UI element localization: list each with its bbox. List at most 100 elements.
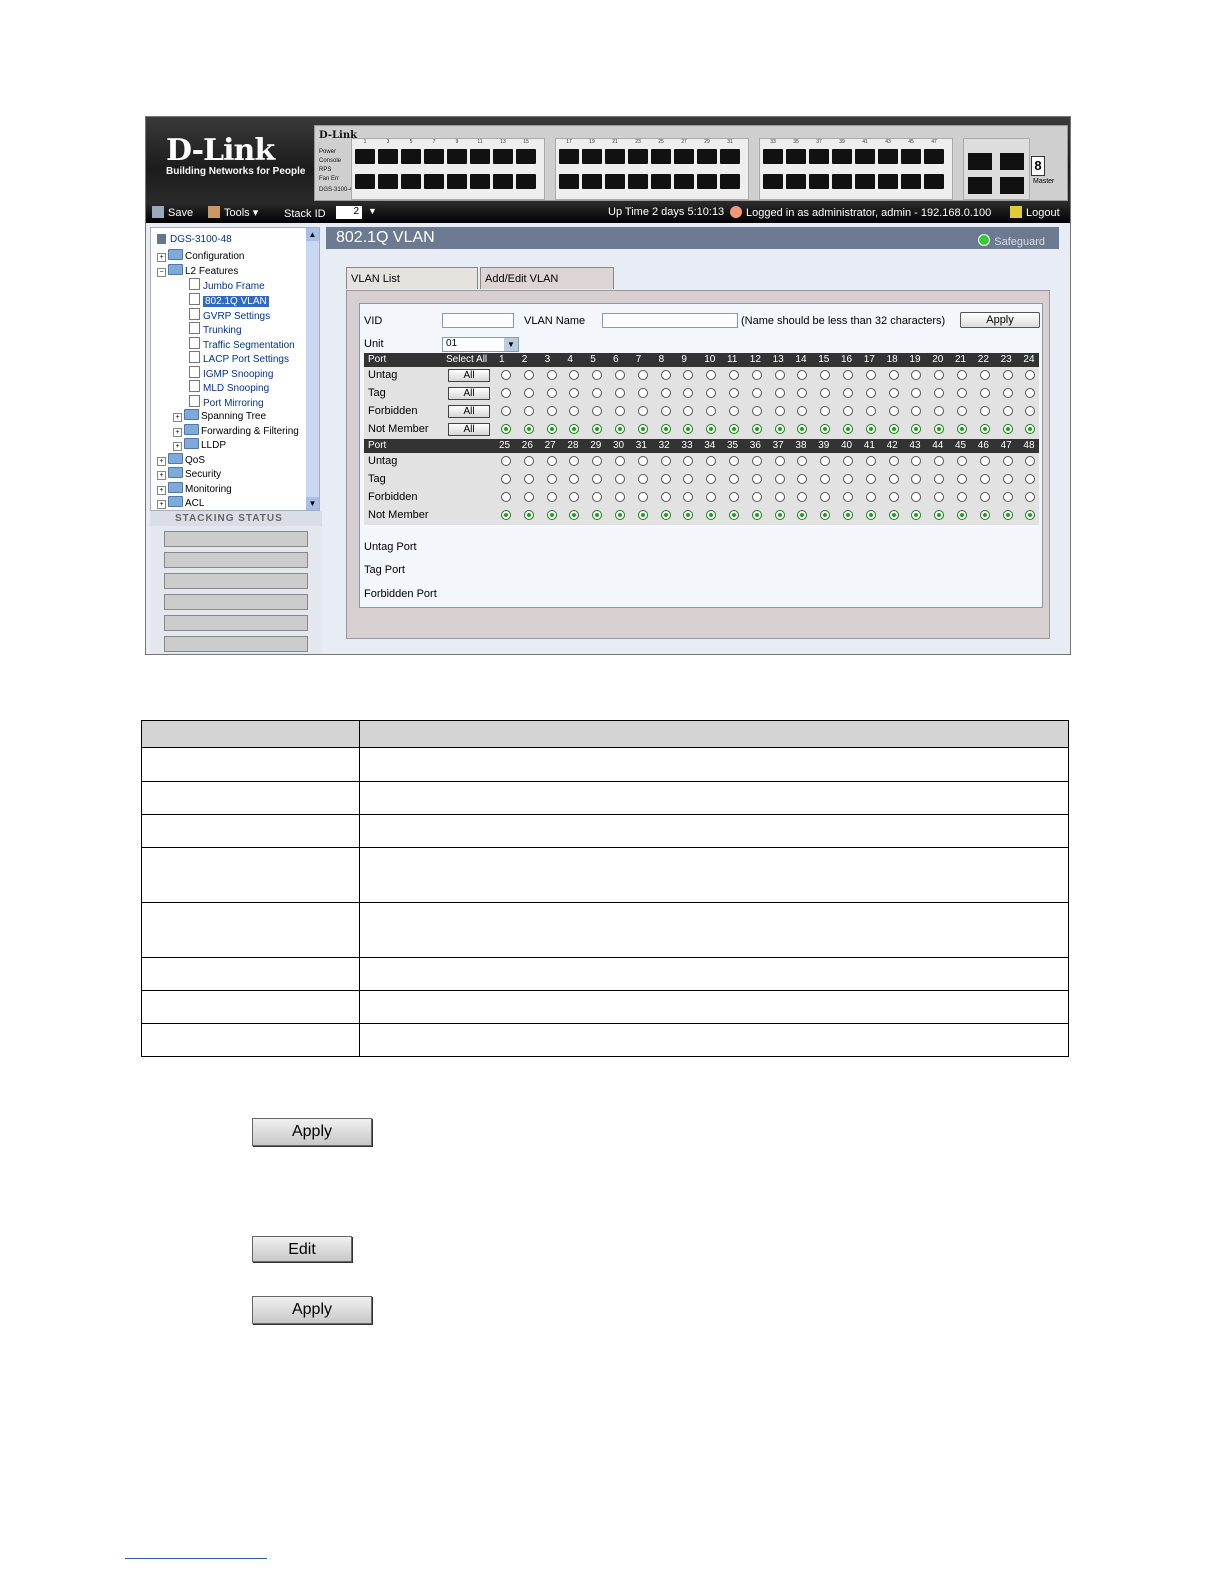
port-radio[interactable] <box>751 492 762 502</box>
port-radio[interactable] <box>1002 492 1013 502</box>
port-radio[interactable] <box>615 370 625 380</box>
tree-qos[interactable]: + QoS <box>157 453 205 466</box>
port-radio[interactable] <box>979 492 990 502</box>
port-radio[interactable] <box>523 510 534 520</box>
expand-icon[interactable]: + <box>157 471 166 480</box>
port-radio[interactable] <box>523 424 534 434</box>
port-radio[interactable] <box>865 474 876 484</box>
port-radio[interactable] <box>523 492 534 502</box>
port-radio[interactable] <box>569 370 580 380</box>
port-radio[interactable] <box>751 424 762 434</box>
expand-icon[interactable]: + <box>173 413 182 422</box>
chevron-down-icon[interactable]: ▼ <box>504 338 518 351</box>
save-button[interactable]: Save <box>152 206 193 219</box>
stack-unit-4[interactable] <box>164 594 308 610</box>
port-radio[interactable] <box>729 406 739 416</box>
port-radio[interactable] <box>569 406 580 416</box>
tools-menu[interactable]: Tools ▾ <box>208 206 258 219</box>
port-radio[interactable] <box>729 510 739 520</box>
stack-unit-5[interactable] <box>164 615 308 631</box>
port-radio[interactable] <box>501 510 511 520</box>
port-radio[interactable] <box>660 474 671 484</box>
port-radio[interactable] <box>1002 388 1013 398</box>
port-radio[interactable] <box>501 370 511 380</box>
port-radio[interactable] <box>729 388 739 398</box>
port-radio[interactable] <box>774 456 785 466</box>
port-radio[interactable] <box>1025 510 1036 520</box>
port-radio[interactable] <box>751 370 762 380</box>
port-radio[interactable] <box>865 424 876 434</box>
port-radio[interactable] <box>1025 492 1036 502</box>
port-radio[interactable] <box>637 492 648 502</box>
port-radio[interactable] <box>774 510 785 520</box>
port-radio[interactable] <box>865 406 876 416</box>
unit-select[interactable]: 01 ▼ <box>442 337 519 352</box>
port-radio[interactable] <box>911 370 922 380</box>
port-radio[interactable] <box>774 370 785 380</box>
port-radio[interactable] <box>865 370 876 380</box>
port-radio[interactable] <box>592 370 603 380</box>
port-radio[interactable] <box>660 456 671 466</box>
port-radio[interactable] <box>592 510 603 520</box>
port-radio[interactable] <box>660 492 671 502</box>
port-radio[interactable] <box>501 492 511 502</box>
port-radio[interactable] <box>774 424 785 434</box>
select-all-button[interactable]: All <box>448 423 490 436</box>
port-radio[interactable] <box>660 406 671 416</box>
port-radio[interactable] <box>865 456 876 466</box>
port-radio[interactable] <box>546 388 557 398</box>
port-radio[interactable] <box>546 370 557 380</box>
port-radio[interactable] <box>1002 456 1013 466</box>
port-radio[interactable] <box>683 388 694 398</box>
tree-trunking[interactable]: Trunking <box>189 322 242 336</box>
port-radio[interactable] <box>1002 370 1013 380</box>
port-radio[interactable] <box>706 492 717 502</box>
port-radio[interactable] <box>751 388 762 398</box>
port-group-1[interactable]: 1 3 5 7 9 11 13 15 <box>351 138 545 200</box>
port-radio[interactable] <box>592 492 603 502</box>
apply-button[interactable]: Apply <box>960 312 1040 328</box>
port-radio[interactable] <box>615 510 625 520</box>
scroll-down-icon[interactable]: ▼ <box>306 497 319 510</box>
port-radio[interactable] <box>957 424 967 434</box>
port-radio[interactable] <box>797 406 808 416</box>
port-radio[interactable] <box>660 388 671 398</box>
port-radio[interactable] <box>957 456 967 466</box>
port-radio[interactable] <box>820 388 831 398</box>
port-radio[interactable] <box>1002 474 1013 484</box>
port-radio[interactable] <box>683 406 694 416</box>
port-radio[interactable] <box>797 492 808 502</box>
select-all-button[interactable]: All <box>448 369 490 382</box>
port-radio[interactable] <box>911 492 922 502</box>
port-radio[interactable] <box>888 510 899 520</box>
port-radio[interactable] <box>569 388 580 398</box>
tree-8021q-vlan[interactable]: 802.1Q VLAN <box>189 293 269 307</box>
port-radio[interactable] <box>501 388 511 398</box>
port-radio[interactable] <box>934 370 945 380</box>
port-radio[interactable] <box>751 474 762 484</box>
port-radio[interactable] <box>706 388 717 398</box>
port-radio[interactable] <box>706 424 717 434</box>
port-radio[interactable] <box>729 474 739 484</box>
port-radio[interactable] <box>797 510 808 520</box>
port-radio[interactable] <box>957 370 967 380</box>
expand-icon[interactable]: + <box>157 253 166 262</box>
port-radio[interactable] <box>683 474 694 484</box>
port-radio[interactable] <box>523 388 534 398</box>
stack-unit-1[interactable] <box>164 531 308 547</box>
collapse-icon[interactable]: − <box>157 268 166 277</box>
port-radio[interactable] <box>843 492 853 502</box>
port-radio[interactable] <box>546 492 557 502</box>
stack-id-select[interactable]: 2 <box>336 206 362 219</box>
port-radio[interactable] <box>911 388 922 398</box>
port-radio[interactable] <box>979 456 990 466</box>
port-radio[interactable] <box>934 510 945 520</box>
port-radio[interactable] <box>820 474 831 484</box>
expand-icon[interactable]: + <box>157 500 166 509</box>
tree-lldp[interactable]: + LLDP <box>173 438 226 451</box>
logout-button[interactable]: Logout <box>1010 206 1060 219</box>
port-radio[interactable] <box>615 456 625 466</box>
port-radio[interactable] <box>888 492 899 502</box>
port-radio[interactable] <box>706 510 717 520</box>
port-radio[interactable] <box>888 424 899 434</box>
